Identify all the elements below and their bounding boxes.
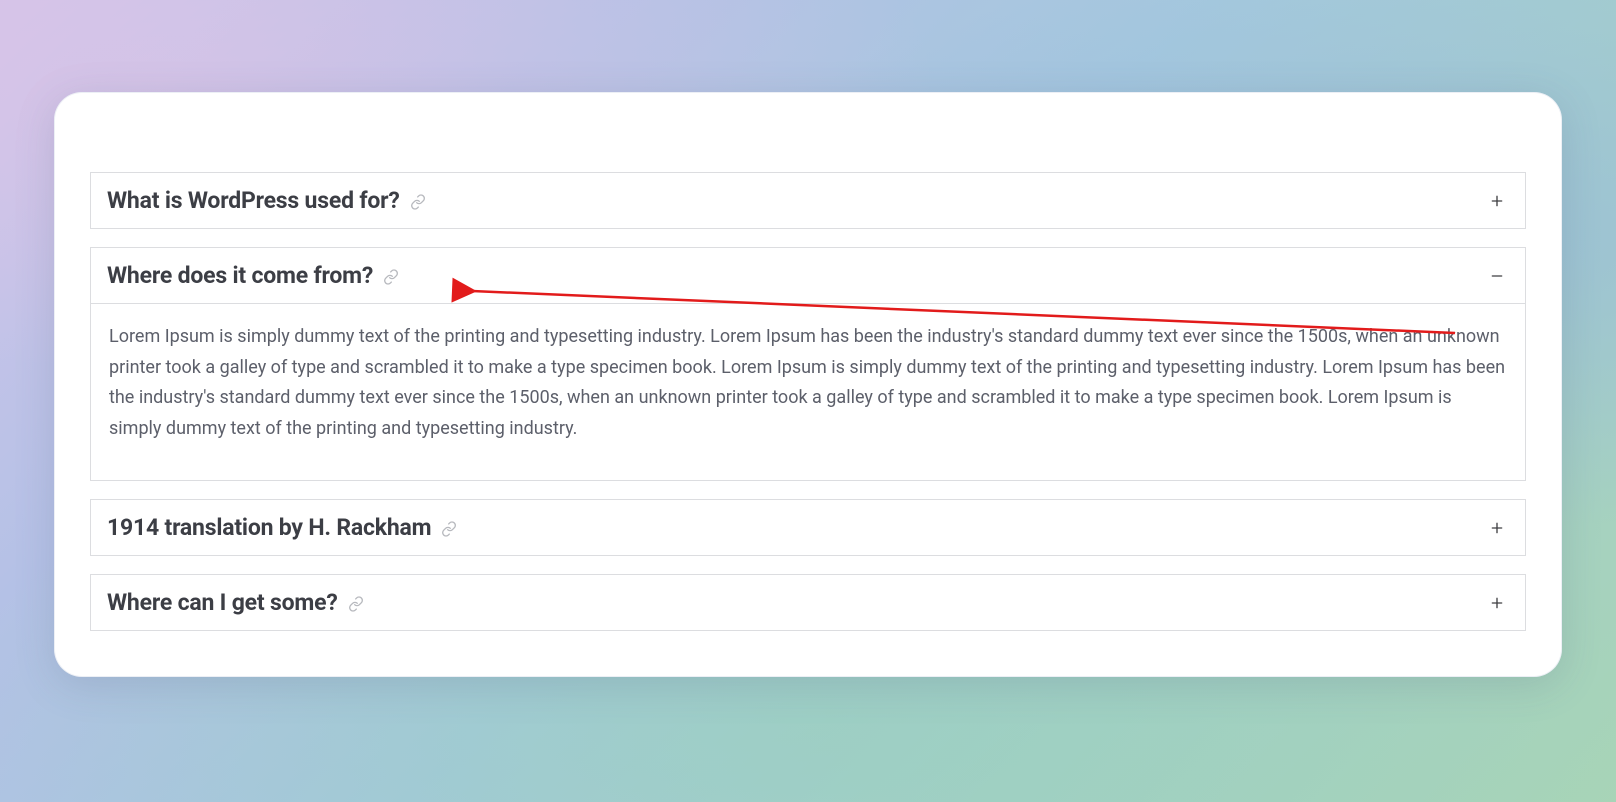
plus-icon (1487, 593, 1507, 613)
accordion-title: Where can I get some? (107, 589, 338, 616)
accordion-item: What is WordPress used for? (90, 172, 1526, 229)
accordion-title: 1914 translation by H. Rackham (107, 514, 431, 541)
accordion-header-wordpress[interactable]: What is WordPress used for? (90, 172, 1526, 229)
link-icon[interactable] (441, 521, 457, 537)
faq-accordion: What is WordPress used for? Where does i… (90, 172, 1526, 631)
link-icon[interactable] (410, 194, 426, 210)
accordion-header-where-from[interactable]: Where does it come from? (90, 247, 1526, 304)
link-icon[interactable] (348, 596, 364, 612)
accordion-item: Where can I get some? (90, 574, 1526, 631)
accordion-title-wrap: What is WordPress used for? (107, 187, 426, 214)
accordion-item: 1914 translation by H. Rackham (90, 499, 1526, 556)
accordion-header-get-some[interactable]: Where can I get some? (90, 574, 1526, 631)
link-icon[interactable] (383, 269, 399, 285)
plus-icon (1487, 518, 1507, 538)
accordion-body: Lorem Ipsum is simply dummy text of the … (90, 304, 1526, 481)
accordion-title-wrap: Where does it come from? (107, 262, 399, 289)
accordion-title-wrap: Where can I get some? (107, 589, 364, 616)
accordion-content: Lorem Ipsum is simply dummy text of the … (109, 322, 1507, 444)
accordion-title: What is WordPress used for? (107, 187, 400, 214)
accordion-card: What is WordPress used for? Where does i… (54, 92, 1562, 677)
minus-icon (1487, 266, 1507, 286)
accordion-header-1914[interactable]: 1914 translation by H. Rackham (90, 499, 1526, 556)
accordion-title-wrap: 1914 translation by H. Rackham (107, 514, 457, 541)
plus-icon (1487, 191, 1507, 211)
accordion-title: Where does it come from? (107, 262, 373, 289)
accordion-item: Where does it come from? Lorem Ipsum is … (90, 247, 1526, 481)
